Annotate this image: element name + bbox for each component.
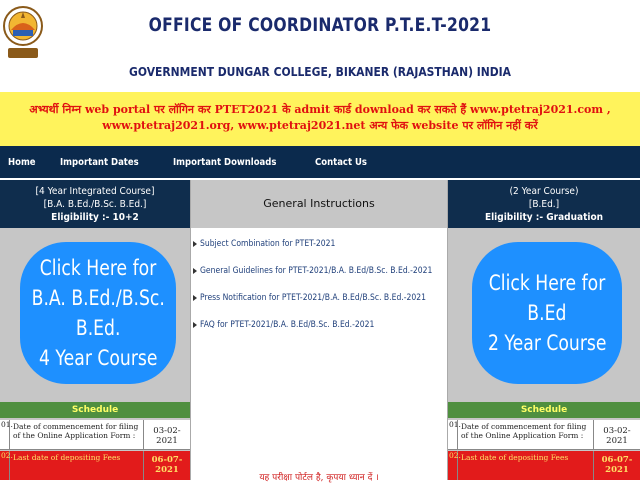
nav-home[interactable]: Home	[8, 157, 36, 168]
button-line: B.Ed	[527, 301, 567, 325]
button-line: 2 Year Course	[487, 331, 607, 355]
left-course-degree: [B.A. B.Ed./B.Sc. B.Ed.]	[43, 199, 147, 210]
right-schedule-row: 01. Date of commencement for filing of t…	[448, 420, 640, 450]
triangle-bullet-icon	[193, 321, 197, 328]
schedule-date: 03-02-2021	[153, 426, 181, 446]
right-course-type: (2 Year Course)	[509, 186, 579, 197]
instruction-link-label: Press Notification for PTET-2021/B.A. B.…	[200, 292, 426, 303]
nav-contact-us[interactable]: Contact Us	[315, 157, 367, 168]
schedule-desc: Date of commencement for filing of the O…	[10, 420, 144, 449]
two-year-course-button[interactable]: Click Here for B.Ed 2 Year Course	[472, 242, 622, 384]
right-course-eligibility: Eligibility :- Graduation	[484, 212, 604, 223]
schedule-sn: 01.	[0, 420, 13, 449]
instruction-link-faq[interactable]: FAQ for PTET-2021/B.A. B.Ed/B.Sc. B.Ed.-…	[191, 311, 447, 338]
left-course-type: [4 Year Integrated Course]	[35, 186, 155, 197]
right-course-degree: [B.Ed.]	[528, 199, 560, 210]
instruction-link-press-notification[interactable]: Press Notification for PTET-2021/B.A. B.…	[191, 284, 447, 311]
right-schedule-row: 02. Last date of depositing Fees 06-07-2…	[448, 451, 640, 480]
four-year-course-button[interactable]: Click Here for B.A. B.Ed./B.Sc. B.Ed. 4 …	[20, 242, 176, 384]
left-schedule-title: Schedule	[0, 402, 190, 418]
page-title: OFFICE OF COORDINATOR P.T.E.T-2021	[148, 14, 492, 36]
schedule-desc: Last date of depositing Fees	[10, 451, 144, 480]
left-schedule-row: 02. Last date of depositing Fees 06-07-2…	[0, 451, 190, 480]
notice-text: अभ्यर्थी निम्न web portal पर लॉगिन कर PT…	[29, 103, 611, 132]
schedule-desc: Date of commencement for filing of the O…	[458, 420, 594, 449]
site-header: OFFICE OF COORDINATOR P.T.E.T-2021 GOVER…	[0, 0, 640, 92]
button-line: B.Ed.	[75, 316, 121, 340]
instructions-title: General Instructions	[191, 180, 447, 228]
button-line: Click Here for	[488, 271, 606, 295]
college-emblem-icon	[3, 6, 43, 58]
instruction-link-label: Subject Combination for PTET-2021	[200, 238, 336, 249]
schedule-sn: 01.	[448, 420, 461, 449]
instructions-links: Subject Combination for PTET-2021 Genera…	[191, 230, 447, 338]
schedule-date: 06-07-2021	[601, 455, 633, 475]
triangle-bullet-icon	[193, 240, 197, 247]
schedule-date: 03-02-2021	[603, 426, 631, 446]
left-schedule-row: 01. Date of commencement for filing of t…	[0, 420, 190, 450]
nav-important-dates[interactable]: Important Dates	[60, 157, 139, 168]
triangle-bullet-icon	[193, 294, 197, 301]
instructions-column: General Instructions Subject Combination…	[190, 180, 448, 483]
schedule-desc: Last date of depositing Fees	[458, 451, 594, 480]
button-line: B.A. B.Ed./B.Sc.	[31, 286, 165, 310]
left-course-eligibility: Eligibility :- 10+2	[51, 212, 139, 223]
right-schedule-title: Schedule	[448, 402, 640, 418]
instruction-link-subject-combination[interactable]: Subject Combination for PTET-2021	[191, 230, 447, 257]
main-nav: Home Important Dates Important Downloads…	[0, 146, 640, 178]
instruction-link-label: General Guidelines for PTET-2021/B.A. B.…	[200, 265, 433, 276]
notice-banner: अभ्यर्थी निम्न web portal पर लॉगिन कर PT…	[0, 92, 640, 146]
button-line: 4 Year Course	[38, 346, 158, 370]
schedule-date: 06-07-2021	[151, 455, 183, 475]
schedule-sn: 02.	[448, 451, 461, 480]
triangle-bullet-icon	[193, 267, 197, 274]
page-subtitle: GOVERNMENT DUNGAR COLLEGE, BIKANER (RAJA…	[129, 64, 511, 79]
right-course-header: (2 Year Course) [B.Ed.] Eligibility :- G…	[448, 180, 640, 228]
instruction-link-label: FAQ for PTET-2021/B.A. B.Ed/B.Sc. B.Ed.-…	[200, 319, 375, 330]
instructions-footer-text: यह परीक्षा पोर्टल है, कृपया ध्यान दें ।	[259, 473, 379, 483]
schedule-sn: 02.	[0, 451, 13, 480]
nav-important-downloads[interactable]: Important Downloads	[173, 157, 276, 168]
left-course-header: [4 Year Integrated Course] [B.A. B.Ed./B…	[0, 180, 190, 228]
instruction-link-general-guidelines[interactable]: General Guidelines for PTET-2021/B.A. B.…	[191, 257, 447, 284]
button-line: Click Here for	[39, 256, 157, 280]
